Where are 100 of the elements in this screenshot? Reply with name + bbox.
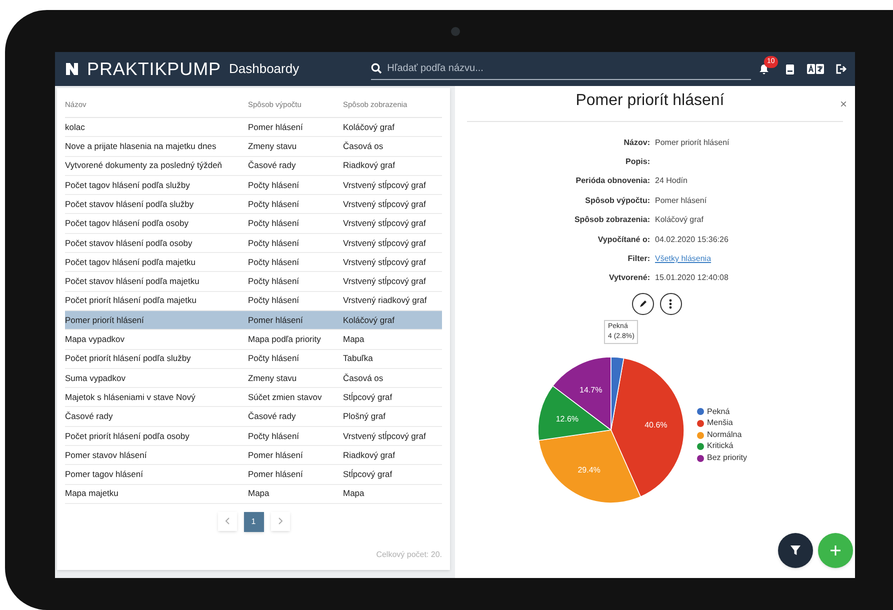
table-row[interactable]: Počet tagov hlásení podľa služby Počty hlásení Vrstvený stĺpcový graf	[65, 176, 442, 196]
table-cell-text: Koláčový graf	[343, 314, 396, 326]
table-cell-text: Počet priorít hlásení podľa majetku	[65, 294, 198, 308]
bell-icon[interactable]	[759, 64, 769, 75]
search-field[interactable]: Hľadať podľa názvu...	[371, 58, 752, 80]
table-cell-text: Mapa	[248, 487, 270, 500]
table-cell-text: Počet stavov hlásení podľa služby	[65, 198, 195, 211]
table-cell-text: Počet stavov hlásení podľa osoby	[65, 236, 194, 250]
table-cell-text: Zmeny stavu	[248, 372, 298, 384]
search-input[interactable]: Hľadať podľa názvu...	[387, 61, 728, 76]
table-cell-text: Počet tagov hlásení podľa služby	[65, 178, 191, 192]
table-row[interactable]: Mapa vypadkov Mapa podľa priority Mapa	[65, 330, 442, 350]
pie-slice[interactable]	[610, 358, 684, 498]
field-label: Vypočítané o:	[596, 234, 651, 246]
legend-label[interactable]: Bez priority	[707, 453, 748, 464]
slice-label: 12.6%	[556, 414, 579, 424]
legend-label[interactable]: Normálna	[707, 430, 742, 440]
slice-label: 29.4%	[578, 466, 600, 475]
field-value: Pomer hlásení	[655, 194, 707, 207]
page-button[interactable]: 1	[244, 512, 264, 532]
logout-icon[interactable]	[836, 64, 847, 74]
pie-slice[interactable]	[538, 430, 641, 504]
table-cell-text: Pomer stavov hlásení	[65, 448, 148, 462]
table-cell-text: Počty hlásení	[248, 217, 300, 230]
legend-label[interactable]: Pekná	[707, 406, 730, 418]
table-cell-text: Nove a prijate hlasenia na majetku dnes	[65, 140, 218, 153]
table-row[interactable]: Počet priorít hlásení podľa služby Počty hlásení Tabuľka	[65, 350, 442, 369]
translate-icon[interactable]	[807, 64, 824, 74]
table-cell-text: Časové rady	[248, 410, 297, 423]
table-cell-text: Mapa	[343, 487, 366, 500]
table-row[interactable]: Počet tagov hlásení podľa majetku Počty hlásení Vrstvený stĺpcový graf	[65, 253, 442, 272]
table-cell-text: Pomer hlásení	[248, 448, 304, 462]
table-cell-text: kolac	[65, 120, 86, 134]
table-row[interactable]: Počet priorít hlásení podľa osoby Počty hlásení Vrstvený stĺpcový graf	[65, 426, 442, 446]
table-cell-text: Počty hlásení	[248, 256, 300, 269]
book-icon[interactable]	[785, 64, 795, 74]
table-cell-text: Majetok s hláseniami v stave Nový	[65, 390, 196, 404]
table-row[interactable]: Mapa majetku Mapa Mapa	[65, 484, 442, 504]
table-cell-text: Pomer priorít hlásení	[65, 314, 145, 326]
table-cell-text: Počet tagov hlásení podľa majetku	[65, 256, 197, 269]
close-button[interactable]: ×	[840, 98, 847, 110]
chevron-right-icon	[278, 517, 282, 526]
camera-icon	[451, 27, 460, 36]
table-row[interactable]: Vytvorené dokumenty za posledný týždeň Časové rady Riadkový graf	[65, 156, 442, 176]
table-cell-text: Časová os	[343, 372, 384, 384]
detail-title: Pomer priorít hlásení	[576, 91, 724, 111]
chevron-left-icon	[224, 517, 230, 526]
table-cell-text: Vrstvený stĺpcový graf	[343, 256, 427, 269]
legend-label[interactable]: Kritická	[707, 441, 734, 452]
table-cell-text: Počet priorít hlásení podľa služby	[65, 352, 192, 366]
more-button[interactable]	[660, 293, 682, 316]
table-row[interactable]: Počet stavov hlásení podľa osoby Počty hlásení Vrstvený stĺpcový graf	[65, 234, 442, 254]
table-cell-text: Počty hlásení	[248, 430, 300, 442]
table-cell-text: Počet priorít hlásení podľa osoby	[65, 430, 190, 442]
table-row[interactable]: Počet stavov hlásení podľa služby Počty hlásení Vrstvený stĺpcový graf	[65, 195, 442, 214]
table-row[interactable]: Pomer stavov hlásení Pomer hlásení Riadkový graf	[65, 446, 442, 466]
field-value: 15.01.2020 12:40:08	[655, 272, 728, 284]
table-row[interactable]: Nove a prijate hlasenia na majetku dnes Zmeny stavu Časová os	[65, 137, 442, 157]
legend-label[interactable]: Menšia	[707, 418, 733, 429]
table-row[interactable]: Majetok s hláseniami v stave Nový Súčet zmien stavov Stĺpcový graf	[65, 388, 442, 408]
more-icon	[669, 299, 672, 310]
table-row[interactable]: Suma vypadkov Zmeny stavu Časová os	[65, 368, 442, 388]
table-cell-text: Tabuľka	[343, 352, 374, 366]
pie-slice[interactable]	[552, 356, 612, 431]
pie-slice[interactable]	[610, 356, 624, 431]
field-value: 24 Hodín	[655, 175, 688, 188]
slice-label: 14.7%	[580, 386, 602, 395]
table-cell-text: Počty hlásení	[248, 294, 300, 308]
filter-button[interactable]	[778, 533, 813, 568]
table-cell-text: Stĺpcový graf	[343, 390, 394, 404]
table-row[interactable]: Počet stavov hlásení podľa majetku Počty hlásení Vrstvený stĺpcový graf	[65, 272, 442, 292]
table-cell-text: Mapa	[343, 333, 366, 346]
edit-button[interactable]	[632, 293, 654, 316]
table-cell-text: Riadkový graf	[343, 159, 396, 172]
table-cell-text: Počet stavov hlásení podľa majetku	[65, 275, 200, 288]
field-value: 04.02.2020 15:36:26	[655, 234, 728, 246]
table-cell-text: Plošný graf	[343, 410, 387, 423]
pie-slice[interactable]	[538, 386, 612, 441]
table-cell-text: Vrstvený riadkový graf	[343, 294, 428, 308]
table-cell-text: Riadkový graf	[343, 448, 396, 462]
table-row[interactable]: kolac Pomer hlásení Koláčový graf	[65, 118, 442, 138]
table-cell-text: Vrstvený stĺpcový graf	[343, 236, 427, 250]
table-row[interactable]: Pomer tagov hlásení Pomer hlásení Stĺpcový graf	[65, 465, 442, 485]
logo: PRAKTIKPUMP	[87, 58, 221, 80]
filter-link[interactable]: Všetky hlásenia	[655, 253, 712, 266]
field-label: Perióda obnovenia:	[574, 175, 651, 188]
table-cell-text: Mapa majetku	[65, 487, 120, 500]
logo-icon	[65, 62, 79, 76]
field-label: Filter:	[626, 253, 651, 266]
table-cell-text: Vrstvený stĺpcový graf	[343, 178, 427, 192]
table-cell-text: Mapa podľa priority	[248, 333, 322, 346]
field-label: Vytvorené:	[608, 272, 651, 284]
table-row[interactable]: Pomer priorít hlásení Pomer hlásení Koláčový graf	[65, 310, 442, 330]
table-cell-text: Pomer tagov hlásení	[65, 468, 144, 481]
table-row[interactable]: Časové rady Časové rady Plošný graf	[65, 407, 442, 427]
add-button[interactable]	[818, 533, 853, 568]
field-value: Koláčový graf	[655, 214, 704, 226]
table-row[interactable]: Počet tagov hlásení podľa osoby Počty hlásení Vrstvený stĺpcový graf	[65, 214, 442, 234]
table-cell-text: Vytvorené dokumenty za posledný týždeň	[65, 159, 224, 172]
search-icon	[371, 63, 382, 74]
